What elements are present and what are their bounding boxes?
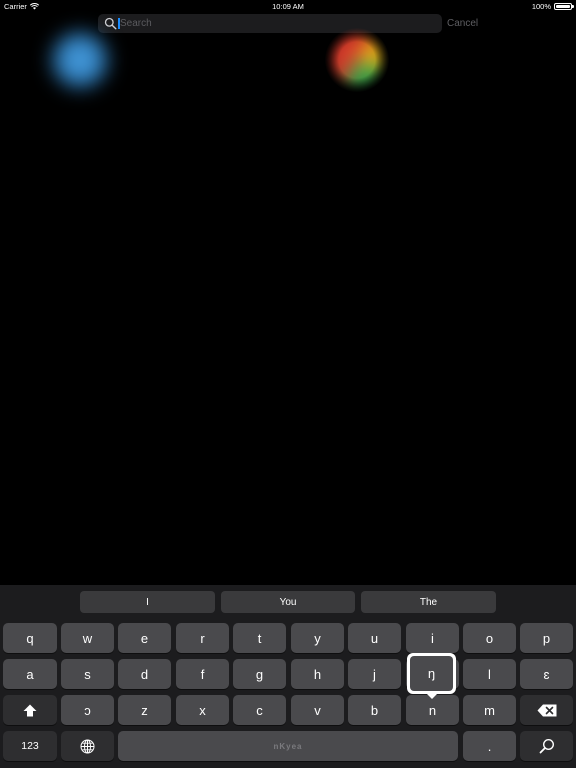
blurred-app-icon xyxy=(48,28,112,92)
key-y[interactable]: y xyxy=(291,623,344,653)
shift-key[interactable] xyxy=(3,695,57,725)
key-popup-char: ŋ xyxy=(410,656,453,691)
key-r[interactable]: r xyxy=(176,623,229,653)
key-j[interactable]: j xyxy=(348,659,401,689)
status-bar: Carrier 10:09 AM 100% xyxy=(0,0,576,14)
cancel-button[interactable]: Cancel xyxy=(447,18,478,29)
key-open-e[interactable]: ɛ xyxy=(520,659,573,689)
globe-key[interactable] xyxy=(61,731,114,761)
blurred-app-icon xyxy=(325,28,389,92)
clock: 10:09 AM xyxy=(272,2,304,11)
battery-indicator: 100% xyxy=(531,2,574,11)
suggestion-item[interactable]: You xyxy=(221,591,355,613)
backspace-key[interactable] xyxy=(520,695,573,725)
key-u[interactable]: u xyxy=(348,623,401,653)
key-p[interactable]: p xyxy=(520,623,573,653)
backspace-icon xyxy=(537,704,556,716)
search-key[interactable] xyxy=(520,731,573,761)
key-e[interactable]: e xyxy=(118,623,171,653)
space-key[interactable]: nKyea xyxy=(118,731,458,761)
key-s[interactable]: s xyxy=(61,659,114,689)
key-q[interactable]: q xyxy=(3,623,57,653)
key-z[interactable]: z xyxy=(118,695,171,725)
globe-icon xyxy=(80,739,95,753)
key-o[interactable]: o xyxy=(463,623,516,653)
suggestion-bar: I You The xyxy=(0,585,576,619)
search-input[interactable] xyxy=(120,16,420,31)
period-key[interactable]: . xyxy=(463,731,516,761)
key-l[interactable]: l xyxy=(463,659,516,689)
search-icon xyxy=(539,738,554,754)
search-bar[interactable] xyxy=(98,14,442,33)
search-icon xyxy=(104,17,117,30)
battery-icon xyxy=(554,3,574,10)
key-g[interactable]: g xyxy=(233,659,286,689)
space-key-label: nKyea xyxy=(273,741,303,751)
key-m[interactable]: m xyxy=(463,695,516,725)
key-popup-tail xyxy=(425,692,439,700)
key-f[interactable]: f xyxy=(176,659,229,689)
key-c[interactable]: c xyxy=(233,695,286,725)
key-h[interactable]: h xyxy=(291,659,344,689)
suggestion-item[interactable]: I xyxy=(80,591,215,613)
key-a[interactable]: a xyxy=(3,659,57,689)
key-b[interactable]: b xyxy=(348,695,401,725)
key-t[interactable]: t xyxy=(233,623,286,653)
key-popup: ŋ xyxy=(407,653,456,694)
key-open-o[interactable]: ɔ xyxy=(61,695,114,725)
key-x[interactable]: x xyxy=(176,695,229,725)
battery-percent: 100% xyxy=(531,2,551,11)
key-d[interactable]: d xyxy=(118,659,171,689)
key-w[interactable]: w xyxy=(61,623,114,653)
shift-icon xyxy=(23,704,37,716)
suggestion-item[interactable]: The xyxy=(361,591,496,613)
key-i[interactable]: i xyxy=(406,623,459,653)
numbers-key[interactable]: 123 xyxy=(3,731,57,761)
key-v[interactable]: v xyxy=(291,695,344,725)
